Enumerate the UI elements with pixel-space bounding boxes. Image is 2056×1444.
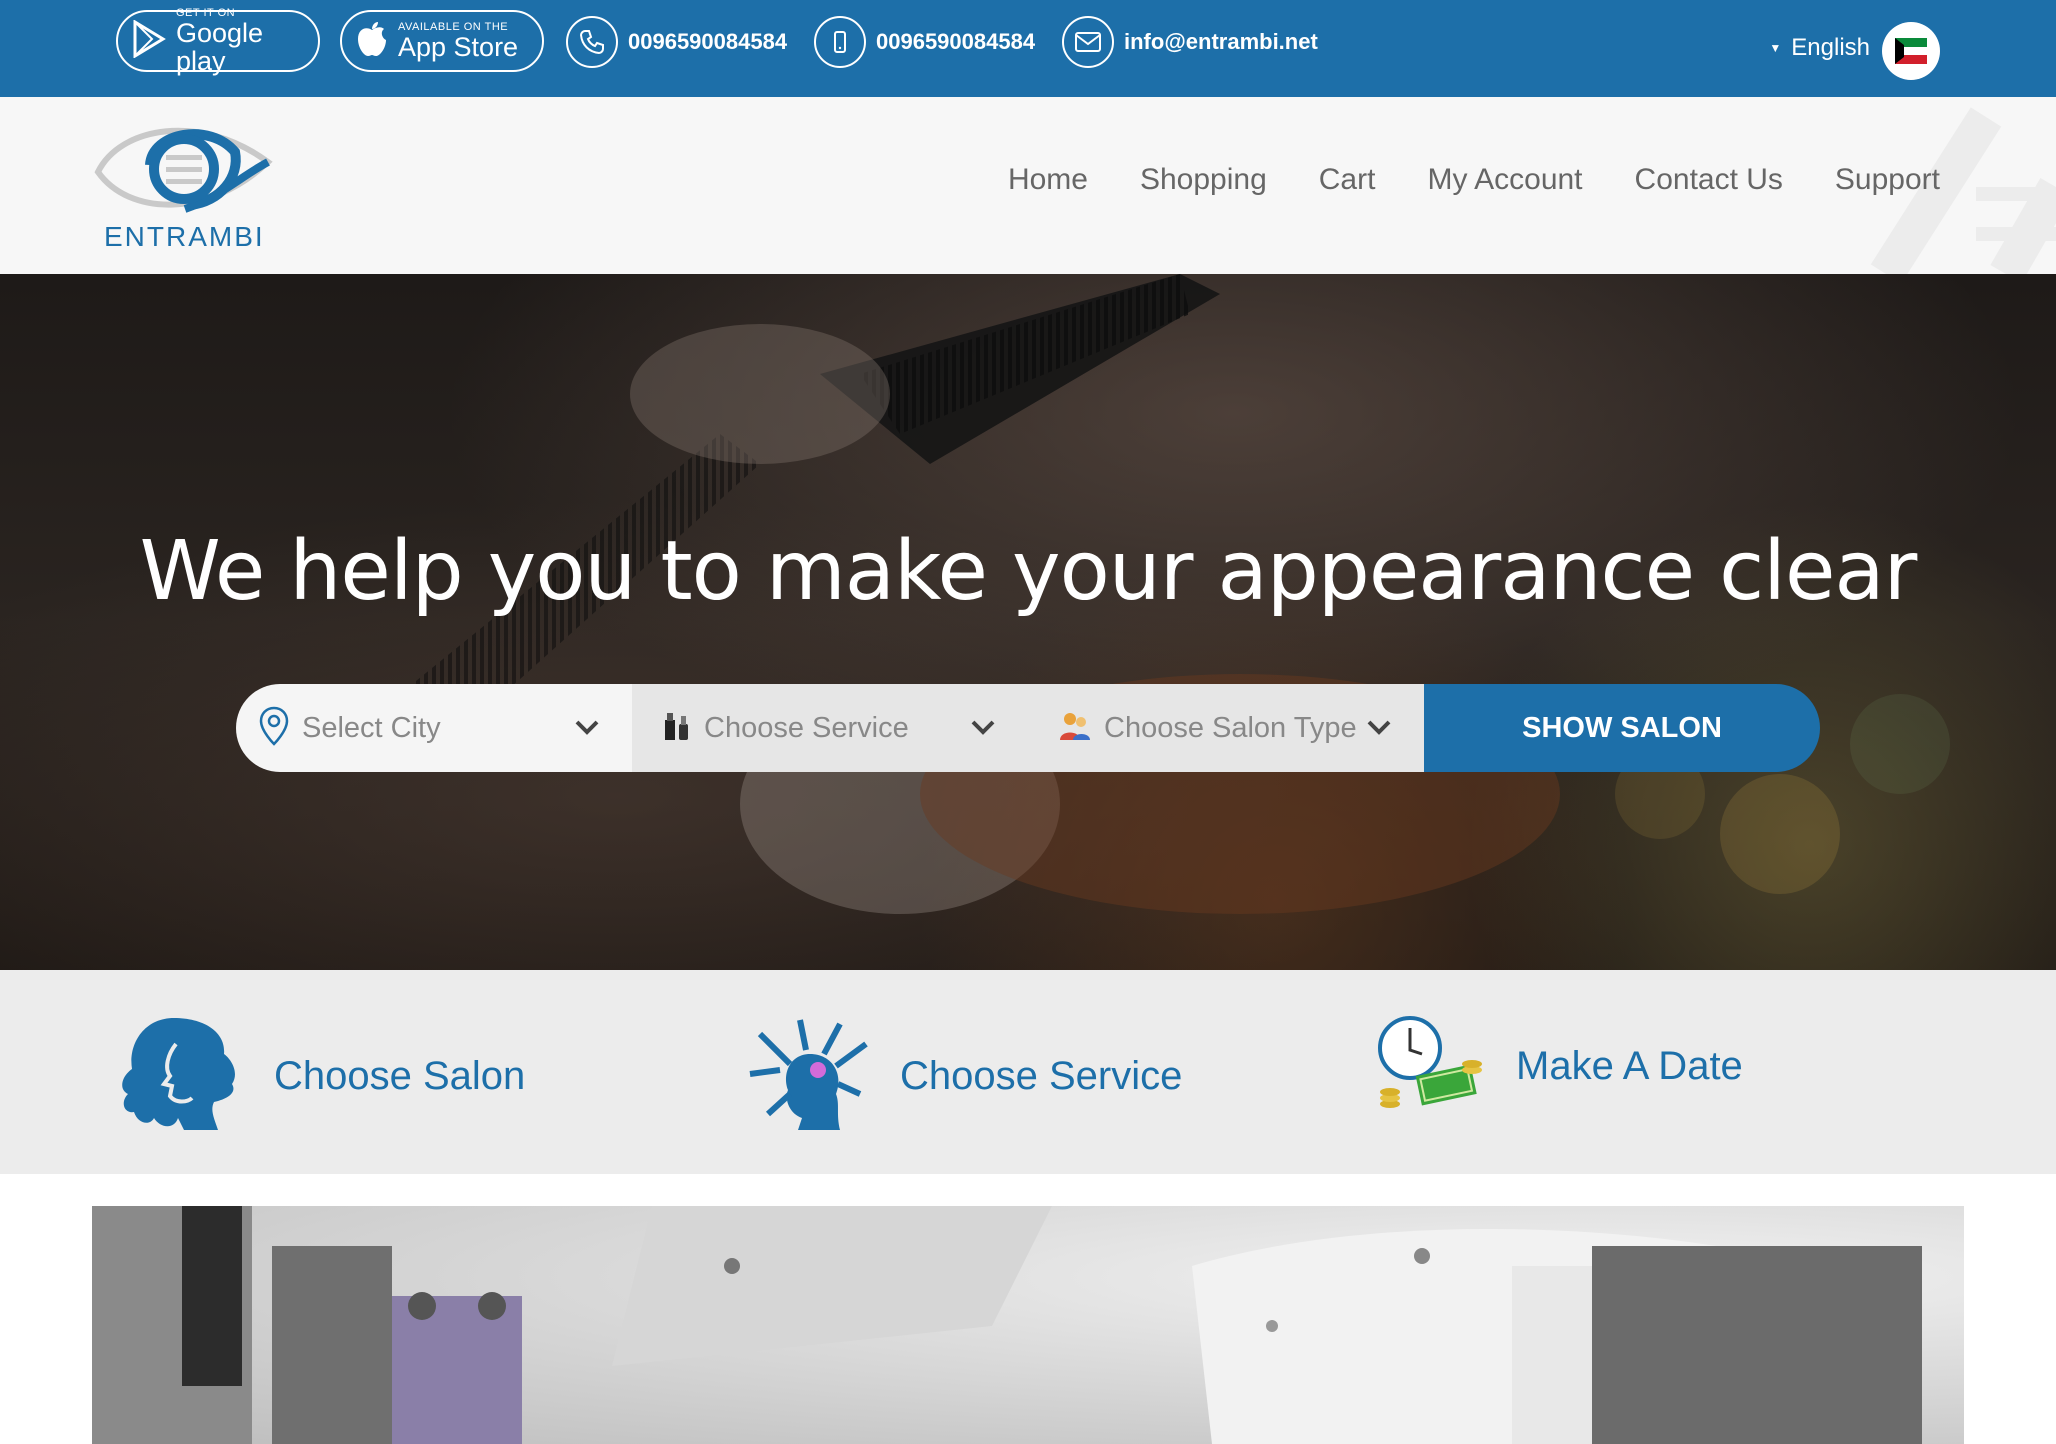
step-choose-salon-label: Choose Salon [274, 1054, 526, 1098]
kuwait-flag-icon[interactable] [1882, 22, 1940, 80]
nav-contact-us[interactable]: Contact Us [1635, 163, 1783, 197]
phone-contact[interactable]: 0096590084584 [566, 12, 787, 72]
hair-styling-icon [740, 1014, 870, 1139]
google-play-icon [132, 18, 166, 63]
city-select[interactable]: Select City [236, 684, 632, 772]
how-it-works-steps: Choose Salon Choose Service Make A Date [0, 970, 2056, 1174]
salon-interior-image [92, 1206, 1964, 1444]
app-store-button[interactable]: AVAILABLE ON THE App Store [340, 10, 544, 72]
cosmetics-icon [662, 710, 692, 747]
hero-banner: We help you to make your appearance clea… [0, 274, 2056, 970]
mobile-number: 0096590084584 [876, 29, 1036, 54]
language-label: English [1791, 34, 1870, 61]
hero-background-image [400, 274, 1950, 914]
app-store-big-text: App Store [398, 32, 519, 62]
people-icon [1058, 710, 1092, 747]
step-choose-salon[interactable]: Choose Salon [114, 1014, 525, 1139]
show-salon-button[interactable]: SHOW SALON [1424, 684, 1820, 772]
woman-silhouette-icon [114, 1014, 244, 1139]
mobile-contact[interactable]: 0096590084584 [814, 12, 1035, 72]
service-select-label: Choose Service [704, 711, 909, 744]
clock-money-icon [1376, 1014, 1486, 1119]
chevron-down-icon [1366, 714, 1392, 745]
email-address: info@entrambi.net [1124, 29, 1318, 54]
main-nav: Home Shopping Cart My Account Contact Us… [956, 163, 1940, 197]
service-select[interactable]: Choose Service [632, 684, 1028, 772]
chevron-down-icon [970, 714, 996, 745]
hero-title: We help you to make your appearance clea… [139, 524, 1918, 619]
nav-cart[interactable]: Cart [1319, 163, 1376, 197]
nav-support[interactable]: Support [1835, 163, 1940, 197]
mail-icon [1062, 16, 1114, 68]
step-choose-service-label: Choose Service [900, 1054, 1183, 1098]
city-select-label: Select City [302, 711, 441, 744]
language-selector[interactable]: ▼ English [1769, 34, 1870, 62]
top-bar: GET IT ON Google play AVAILABLE ON THE A… [0, 0, 2056, 97]
salon-type-select[interactable]: Choose Salon Type [1028, 684, 1424, 772]
step-make-a-date-label: Make A Date [1516, 1044, 1743, 1088]
salon-type-select-label: Choose Salon Type [1104, 711, 1357, 744]
nav-shopping[interactable]: Shopping [1140, 163, 1267, 197]
caret-down-icon: ▼ [1769, 41, 1782, 55]
chevron-down-icon [574, 714, 600, 745]
google-play-button[interactable]: GET IT ON Google play [116, 7, 320, 76]
mobile-icon [814, 16, 866, 68]
step-choose-service[interactable]: Choose Service [740, 1014, 1182, 1139]
nav-home[interactable]: Home [1008, 163, 1088, 197]
apple-icon [356, 20, 388, 63]
step-make-a-date[interactable]: Make A Date [1376, 1014, 1743, 1119]
email-contact[interactable]: info@entrambi.net [1062, 12, 1318, 72]
phone-number: 0096590084584 [628, 29, 788, 54]
nav-my-account[interactable]: My Account [1427, 163, 1582, 197]
main-header: ENTRAMBI Home Shopping Cart My Account C… [0, 97, 2056, 274]
logo-text: ENTRAMBI [104, 221, 265, 252]
phone-icon [566, 16, 618, 68]
google-play-big-text: Google play [176, 18, 264, 76]
salon-search-bar: Select City Choose Service Choose Salon … [236, 684, 1820, 772]
location-pin-icon [258, 706, 290, 751]
